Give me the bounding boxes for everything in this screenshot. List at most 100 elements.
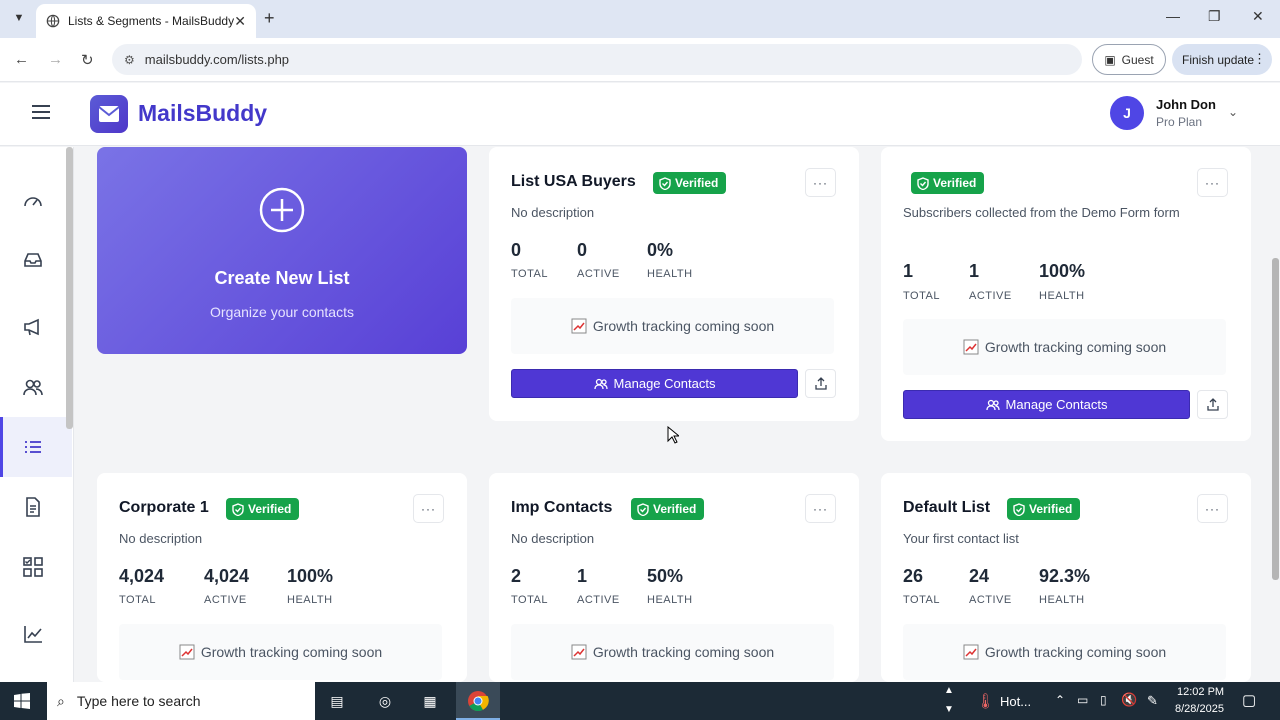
- reload-button[interactable]: ↻: [81, 51, 94, 69]
- tab-close-icon[interactable]: ✕: [234, 13, 246, 30]
- list-name[interactable]: Default List: [903, 499, 990, 517]
- dashboard-icon[interactable]: [22, 189, 44, 211]
- more-options-button[interactable]: ···: [805, 494, 836, 523]
- active-value: 0: [577, 240, 588, 260]
- growth-placeholder: Growth tracking coming soon: [511, 624, 834, 680]
- health-value: 0%: [647, 240, 674, 260]
- verified-label: Verified: [933, 176, 977, 190]
- more-options-button[interactable]: ···: [805, 168, 836, 197]
- chevron-down-icon[interactable]: ⌄: [1228, 105, 1238, 119]
- chevron-up-icon[interactable]: ⌃: [1055, 693, 1065, 707]
- weather-text[interactable]: Hot...: [1000, 694, 1031, 709]
- chart-trend-icon: [963, 644, 979, 660]
- avatar[interactable]: J: [1110, 96, 1144, 130]
- health-label: HEALTH: [647, 268, 693, 280]
- taskbar-search-placeholder: Type here to search: [76, 693, 201, 709]
- pen-icon[interactable]: ✎: [1147, 693, 1158, 709]
- active-label: ACTIVE: [577, 594, 620, 606]
- taskbar-search-box[interactable]: ⌕ Type here to search: [47, 682, 315, 720]
- notifications-icon[interactable]: ▢: [1242, 691, 1256, 709]
- sidebar-scrollbar[interactable]: [66, 147, 73, 429]
- users-icon: [985, 399, 1000, 410]
- windows-start-icon[interactable]: [14, 693, 30, 709]
- verified-badge: Verified: [911, 172, 985, 194]
- restore-button[interactable]: ❐: [1208, 8, 1221, 25]
- close-window-button[interactable]: ✕: [1252, 8, 1264, 25]
- back-button[interactable]: ←: [14, 51, 29, 68]
- search-icon: ⌕: [57, 692, 65, 709]
- list-card: Default List Verified ··· Your first con…: [881, 473, 1251, 682]
- list-name[interactable]: Corporate 1: [119, 499, 209, 517]
- growth-placeholder: Growth tracking coming soon: [903, 624, 1226, 680]
- network-icon[interactable]: ▭: [1077, 693, 1088, 707]
- growth-placeholder: Growth tracking coming soon: [511, 298, 834, 354]
- minimize-button[interactable]: —: [1166, 8, 1180, 24]
- finish-update-button[interactable]: Finish update ⋮: [1172, 44, 1272, 75]
- more-options-button[interactable]: ···: [413, 494, 444, 523]
- monitor-icon[interactable]: ▯: [1100, 693, 1107, 707]
- total-label: TOTAL: [119, 594, 156, 606]
- total-value: 1: [903, 261, 914, 281]
- shield-check-icon: [659, 176, 671, 190]
- new-tab-button[interactable]: +: [264, 8, 275, 29]
- verified-badge: Verified: [226, 498, 300, 520]
- create-new-list-card[interactable]: Create New List Organize your contacts: [97, 147, 467, 354]
- health-label: HEALTH: [647, 594, 693, 606]
- export-button[interactable]: [805, 369, 836, 398]
- url-text: mailsbuddy.com/lists.php: [144, 52, 290, 67]
- thermometer-icon[interactable]: 🌡: [976, 692, 995, 710]
- more-options-button[interactable]: ···: [1197, 494, 1228, 523]
- total-label: TOTAL: [903, 290, 940, 302]
- list-name[interactable]: List USA Buyers: [511, 173, 636, 191]
- clock-date[interactable]: 8/28/2025: [1175, 703, 1224, 715]
- clock-time[interactable]: 12:02 PM: [1177, 686, 1224, 698]
- site-info-icon[interactable]: ⚙: [124, 53, 135, 67]
- user-name[interactable]: John Don: [1156, 97, 1216, 112]
- list-description: No description: [511, 531, 595, 546]
- more-options-button[interactable]: ···: [1197, 168, 1228, 197]
- forward-button[interactable]: →: [48, 51, 63, 68]
- list-description: No description: [511, 205, 595, 220]
- verified-label: Verified: [248, 502, 292, 516]
- profile-icon: ▣: [1104, 52, 1116, 67]
- list-icon[interactable]: [22, 436, 44, 458]
- chrome-taskbar-button[interactable]: [456, 682, 500, 720]
- volume-icon[interactable]: 🔇: [1121, 692, 1137, 708]
- chart-trend-icon: [963, 339, 979, 355]
- tab-search-button[interactable]: ▼: [8, 7, 30, 29]
- health-value: 100%: [287, 566, 334, 586]
- megaphone-icon[interactable]: [22, 316, 44, 338]
- active-label: ACTIVE: [204, 594, 247, 606]
- list-card: Verified ··· Subscribers collected from …: [881, 147, 1251, 441]
- document-icon[interactable]: [22, 496, 44, 518]
- grid-check-icon[interactable]: [22, 556, 44, 578]
- app-icon[interactable]: ◎: [374, 690, 396, 712]
- manage-contacts-button[interactable]: Manage Contacts: [903, 390, 1190, 419]
- task-view-icon[interactable]: ▤: [326, 690, 348, 712]
- export-button[interactable]: [1197, 390, 1228, 419]
- list-description: No description: [119, 531, 203, 546]
- file-explorer-icon[interactable]: ▦: [419, 690, 441, 712]
- inbox-icon[interactable]: [22, 249, 44, 271]
- sidebar: [0, 147, 74, 682]
- mouse-cursor-icon: [667, 426, 679, 444]
- scroll-up-icon[interactable]: ▲: [944, 685, 954, 696]
- windows-taskbar: ⌕ Type here to search ▤ ◎ ▦ ▲ ▼ 🌡 Hot...…: [0, 682, 1280, 720]
- browser-toolbar: ← → ↻ ⚙ mailsbuddy.com/lists.php ▣ Guest…: [0, 38, 1280, 82]
- tab-title: Lists & Segments - MailsBuddy: [68, 14, 235, 28]
- active-value: 24: [969, 566, 990, 586]
- menu-toggle-icon[interactable]: [32, 105, 50, 119]
- scroll-down-icon[interactable]: ▼: [944, 704, 954, 715]
- list-name[interactable]: Imp Contacts: [511, 499, 612, 517]
- page-scrollbar[interactable]: [1272, 258, 1279, 580]
- manage-contacts-button[interactable]: Manage Contacts: [511, 369, 798, 398]
- browser-tab[interactable]: Lists & Segments - MailsBuddy ✕: [36, 4, 256, 38]
- shield-check-icon: [232, 502, 244, 516]
- users-icon[interactable]: [22, 376, 44, 398]
- address-bar[interactable]: ⚙ mailsbuddy.com/lists.php: [112, 44, 1082, 75]
- browser-menu-icon[interactable]: ⋮: [1253, 51, 1266, 67]
- chart-icon[interactable]: [22, 623, 44, 645]
- create-list-subtitle: Organize your contacts: [210, 304, 354, 320]
- active-value: 1: [969, 261, 980, 281]
- profile-button[interactable]: ▣ Guest: [1092, 44, 1166, 75]
